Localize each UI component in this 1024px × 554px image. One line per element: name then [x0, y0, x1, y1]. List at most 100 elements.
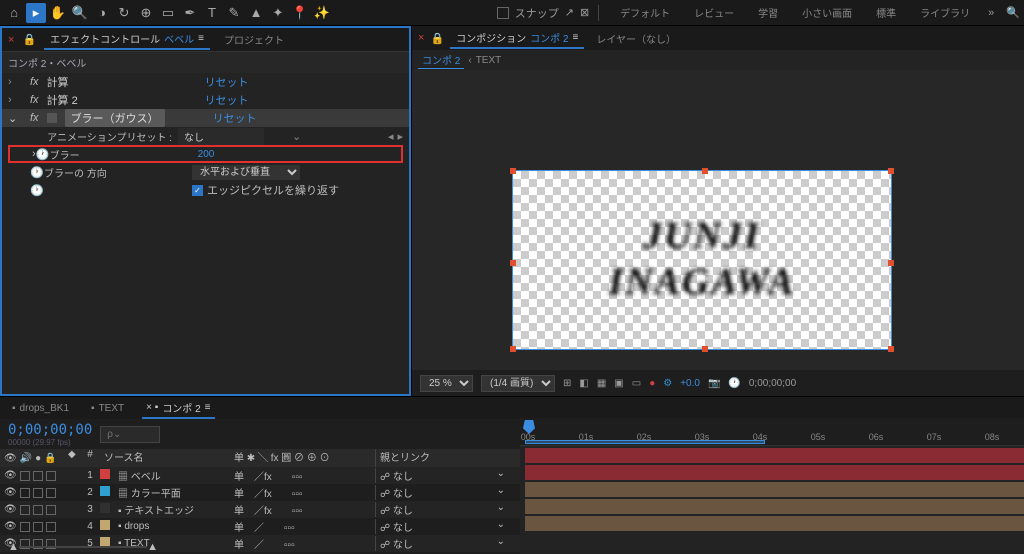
zoom-select[interactable]: 25 %: [420, 375, 473, 392]
text-tool[interactable]: T: [202, 3, 222, 23]
prop-blur-direction: 🕐 ブラーの 方向 水平および垂直: [2, 163, 409, 181]
close-panel-icon[interactable]: ×: [8, 34, 14, 46]
snap-settings-icon[interactable]: ⊠: [580, 6, 589, 19]
snap-icon[interactable]: ↗: [565, 6, 574, 19]
preset-next-icon[interactable]: ▸: [397, 130, 403, 143]
lock-icon[interactable]: 🔒: [22, 33, 36, 46]
search-icon[interactable]: 🔍: [1006, 6, 1020, 19]
canvas-text-line2: INAGAWA: [608, 260, 795, 306]
time-tick: 07s: [927, 432, 942, 442]
workspace-tabs: デフォルト レビュー 学習 小さい画面 標準 ライブラリ: [608, 1, 982, 24]
time-tick: 03s: [695, 432, 710, 442]
snap-checkbox[interactable]: [497, 7, 509, 19]
stopwatch-icon[interactable]: 🕐: [30, 166, 44, 179]
brush-tool[interactable]: ✎: [224, 3, 244, 23]
effect-breadcrumb: コンポ 2・ベベル: [2, 52, 409, 73]
visibility-icon[interactable]: 👁: [4, 487, 17, 498]
effect-controls-panel: × 🔒 エフェクトコントロール ベベル ≡ プロジェクト コンポ 2・ベベル ›…: [0, 26, 411, 396]
tab-composition[interactable]: コンポジション コンポ 2 ≡: [450, 28, 584, 49]
grid-icon[interactable]: ⊞: [563, 378, 571, 389]
layer-bar[interactable]: [525, 499, 1024, 514]
viewer-area[interactable]: JUNJI INAGAWA: [412, 70, 1024, 370]
visibility-icon[interactable]: 👁: [4, 521, 17, 532]
flow-text[interactable]: TEXT: [476, 55, 502, 66]
color-mgmt-icon[interactable]: ⚙: [663, 378, 672, 389]
main-toolbar: ⌂ ▸ ✋ 🔍 ◑ ↻ ⊕ ▭ ✒ T ✎ ▲ ✦ 📍 ✨ スナップ ↗ ⊠ デ…: [0, 0, 1024, 26]
time-tick: 06s: [869, 432, 884, 442]
prop-repeat-edge: 🕐 ✓ エッジピクセルを繰り返す: [2, 181, 409, 199]
ws-learn[interactable]: 学習: [746, 1, 790, 24]
tab-effect-controls[interactable]: エフェクトコントロール ベベル ≡: [44, 29, 210, 50]
stamp-tool[interactable]: ▲: [246, 3, 266, 23]
blur-direction-select[interactable]: 水平および垂直: [192, 165, 300, 180]
layer-bar[interactable]: [525, 482, 1024, 497]
layer-bar[interactable]: [525, 516, 1024, 531]
time-tick: 04s: [753, 432, 768, 442]
sub-timecode: 00000 (29.97 fps): [8, 438, 92, 447]
zoom-tool[interactable]: 🔍: [70, 3, 90, 23]
pen-tool[interactable]: ✒: [180, 3, 200, 23]
flow-comp[interactable]: コンポ 2: [418, 51, 464, 69]
close-panel-icon[interactable]: ×: [418, 32, 424, 44]
fx-row-keisan2[interactable]: ›fx 計算 2 リセット: [2, 91, 409, 109]
ws-standard[interactable]: 標準: [864, 1, 908, 24]
animation-preset-row: アニメーションプリセット : なし ⌄ ◂▸: [2, 127, 409, 145]
stopwatch-icon[interactable]: 🕐: [36, 148, 50, 161]
guide-icon[interactable]: ▦: [597, 378, 606, 389]
preset-dropdown[interactable]: なし: [178, 128, 264, 145]
fx-toggle-icon[interactable]: [47, 113, 57, 123]
time-tick: 02s: [637, 432, 652, 442]
preview-time[interactable]: 0;00;00;00: [749, 378, 796, 389]
blur-value[interactable]: 200: [198, 149, 215, 160]
visibility-icon[interactable]: 👁: [4, 504, 17, 515]
ws-default[interactable]: デフォルト: [608, 1, 682, 24]
fx-row-gaussian-blur[interactable]: ⌄fx ブラー（ガウス） リセット: [2, 109, 409, 127]
snap-label: スナップ: [515, 5, 559, 21]
home-button[interactable]: ⌂: [4, 3, 24, 23]
tab-layer[interactable]: レイヤー（なし）: [590, 29, 682, 48]
stopwatch-icon[interactable]: 🕐: [30, 184, 44, 197]
mask-icon[interactable]: ◧: [579, 378, 588, 389]
timecode[interactable]: 0;00;00;00: [8, 422, 92, 438]
layer-bar[interactable]: [525, 448, 1024, 463]
rotate-tool[interactable]: ↻: [114, 3, 134, 23]
tl-tab-comp2[interactable]: × ▪ コンポ 2 ≡: [142, 398, 214, 419]
time-tick: 08s: [985, 432, 1000, 442]
lock-icon[interactable]: 🔒: [430, 32, 444, 45]
visibility-icon[interactable]: 👁: [4, 470, 17, 481]
puppet-tool[interactable]: 📍: [290, 3, 310, 23]
preset-prev-icon[interactable]: ◂: [388, 130, 394, 143]
ws-review[interactable]: レビュー: [682, 1, 746, 24]
quality-select[interactable]: (1/4 画質): [481, 375, 555, 392]
prop-blur-amount[interactable]: › 🕐 ブラー 200: [8, 145, 403, 163]
tl-tab-text[interactable]: ▪ TEXT: [87, 401, 128, 416]
tl-tab-drops[interactable]: ▪ drops_BK1: [8, 401, 73, 416]
rect-tool[interactable]: ▭: [158, 3, 178, 23]
repeat-edge-checkbox[interactable]: ✓: [192, 185, 203, 196]
roi-icon[interactable]: ▭: [632, 378, 641, 389]
ws-small[interactable]: 小さい画面: [790, 1, 864, 24]
ws-library[interactable]: ライブラリ: [908, 1, 982, 24]
timeline-search[interactable]: [100, 426, 160, 443]
snapshot-icon[interactable]: 📷: [708, 378, 720, 389]
composition-panel: × 🔒 コンポジション コンポ 2 ≡ レイヤー（なし） コンポ 2 ‹ TEX…: [411, 26, 1024, 396]
composition-canvas[interactable]: JUNJI INAGAWA: [512, 170, 892, 350]
toggle-alpha-icon[interactable]: ●: [649, 378, 655, 389]
selection-tool[interactable]: ▸: [26, 3, 46, 23]
tab-project[interactable]: プロジェクト: [218, 30, 290, 49]
timeline-zoom-slider[interactable]: ▲▲: [8, 542, 158, 552]
channel-icon[interactable]: ▣: [614, 378, 623, 389]
layer-bar[interactable]: [525, 465, 1024, 480]
time-icon[interactable]: 🕐: [728, 378, 740, 389]
viewer-controls: 25 % (1/4 画質) ⊞ ◧ ▦ ▣ ▭ ● ⚙ +0.0 📷 🕐 0;0…: [412, 370, 1024, 396]
fx-row-keisan[interactable]: ›fx 計算 リセット: [2, 73, 409, 91]
orbit-tool[interactable]: ◑: [92, 3, 112, 23]
anchor-tool[interactable]: ⊕: [136, 3, 156, 23]
wand-tool[interactable]: ✨: [312, 3, 332, 23]
hand-tool[interactable]: ✋: [48, 3, 68, 23]
canvas-text-line1: JUNJI: [643, 214, 761, 260]
exposure-value[interactable]: +0.0: [680, 378, 700, 389]
workspace-menu-icon[interactable]: »: [988, 7, 994, 19]
roto-tool[interactable]: ✦: [268, 3, 288, 23]
timeline-tracks[interactable]: 00s01s02s03s04s05s06s07s08s: [520, 418, 1024, 554]
